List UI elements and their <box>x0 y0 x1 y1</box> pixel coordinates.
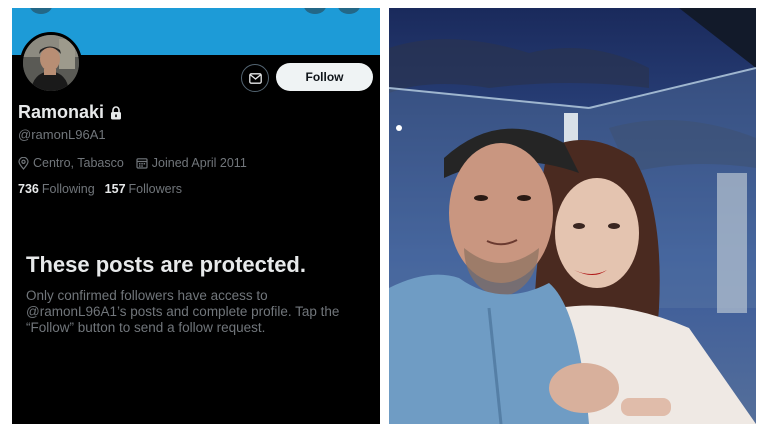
joined-text: Joined April 2011 <box>151 156 247 170</box>
banner-button-icon <box>304 8 326 14</box>
joined-item: Joined April 2011 <box>136 156 247 170</box>
protected-heading: These posts are protected. <box>26 252 306 277</box>
location-item: Centro, Tabasco <box>18 156 124 170</box>
location-text: Centro, Tabasco <box>33 156 124 170</box>
profile-meta: Centro, Tabasco Joined April 2011 <box>18 156 247 170</box>
following-label: Following <box>41 182 95 196</box>
avatar[interactable] <box>20 32 82 94</box>
couple-photo <box>389 8 756 424</box>
profile-handle: @ramonL96A1 <box>18 127 106 142</box>
avatar-photo <box>23 35 79 91</box>
calendar-icon <box>136 158 148 169</box>
location-pin-icon <box>18 156 29 170</box>
followers-link[interactable]: 157 Followers <box>105 182 182 196</box>
follow-stats: 736 Following 157 Followers <box>18 182 182 196</box>
lock-icon <box>111 105 122 119</box>
display-name: Ramonaki <box>18 102 105 122</box>
following-link[interactable]: 736 Following <box>18 182 95 196</box>
protected-message: Only confirmed followers have access to … <box>26 288 340 335</box>
profile-name: Ramonaki <box>18 102 122 123</box>
followers-count: 157 <box>104 182 126 196</box>
mail-icon <box>248 72 262 84</box>
banner-button-icon <box>338 8 360 14</box>
following-count: 736 <box>18 182 39 196</box>
follow-button[interactable]: Follow <box>276 63 373 91</box>
message-button[interactable] <box>241 64 269 92</box>
profile-screenshot: Follow Ramonaki @ramonL96A1 Centro, Taba… <box>12 8 380 424</box>
banner-button-icon <box>30 8 52 14</box>
couple-selfie-image <box>389 8 756 424</box>
followers-label: Followers <box>128 182 183 196</box>
